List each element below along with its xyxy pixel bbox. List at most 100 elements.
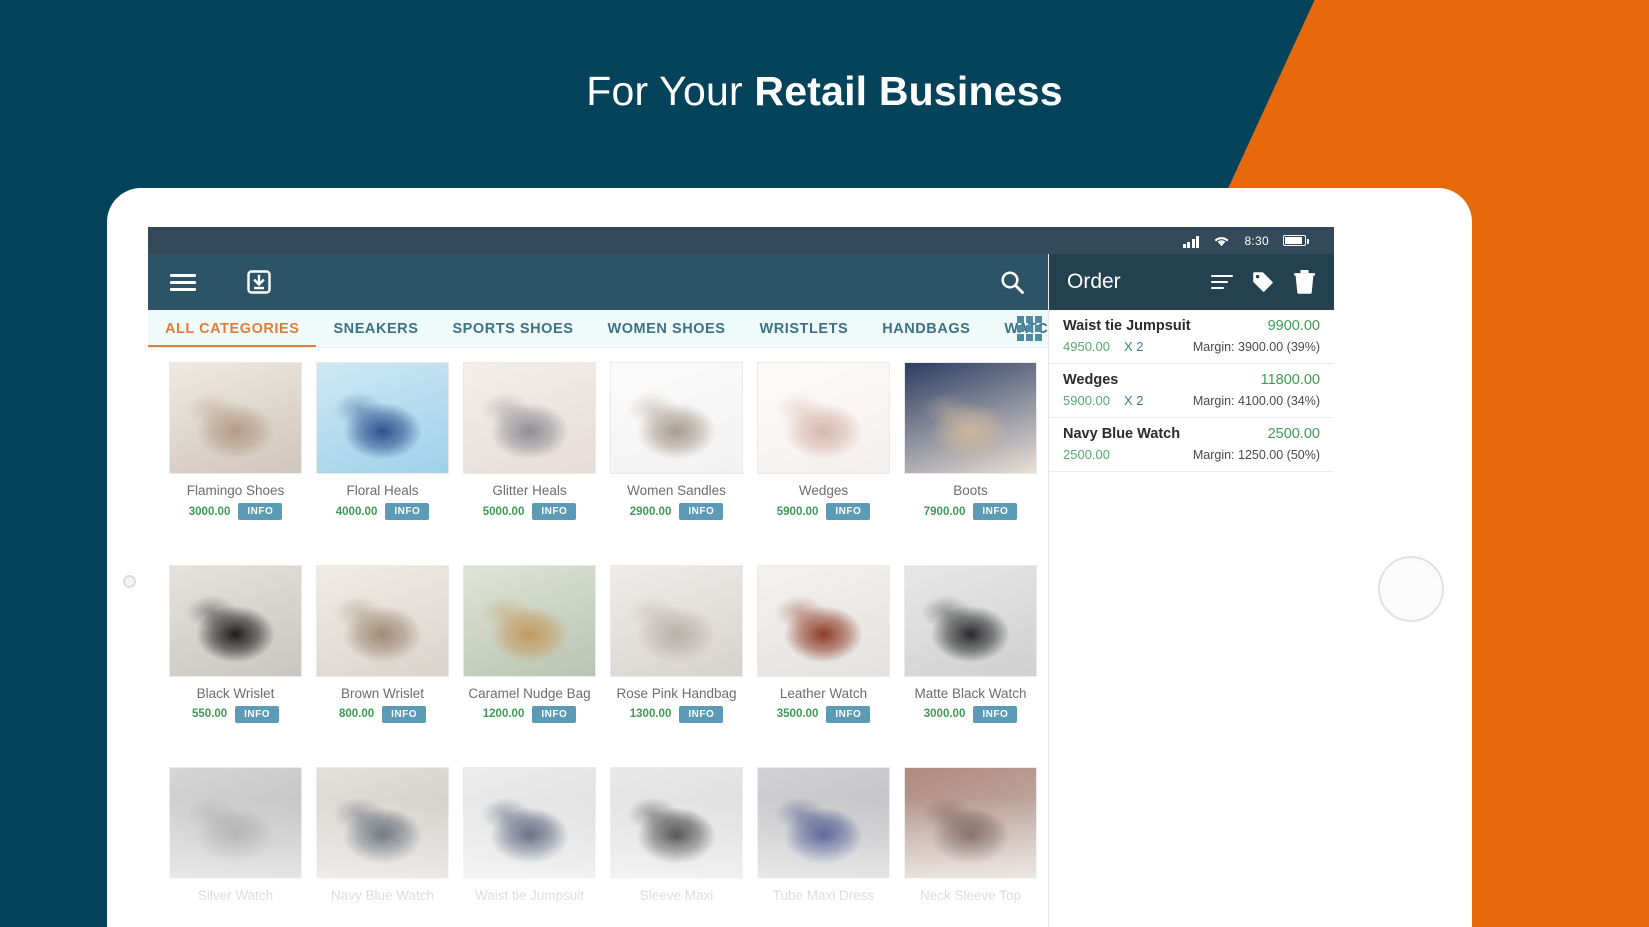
grid-view-icon[interactable] bbox=[1017, 316, 1042, 341]
tab-handbags[interactable]: HANDBAGS bbox=[865, 310, 987, 347]
tab-all-categories[interactable]: ALL CATEGORIES bbox=[148, 310, 317, 347]
list-lines-icon[interactable] bbox=[1211, 271, 1233, 293]
product-price: 5000.00 bbox=[482, 505, 525, 518]
product-thumbnail[interactable] bbox=[757, 362, 890, 474]
product-thumbnail[interactable] bbox=[904, 767, 1037, 880]
order-item-list[interactable]: Waist tie Jumpsuit 9900.00 4950.00 X 2 Margi… bbox=[1049, 310, 1334, 472]
product-card[interactable]: Rose Pink Handbag 1300.00 INFO bbox=[603, 564, 750, 750]
product-card[interactable]: Black Wrislet 550.00 INFO bbox=[162, 564, 309, 750]
product-info-button[interactable]: INFO bbox=[679, 503, 724, 520]
product-price-row: 3000.00 INFO bbox=[897, 705, 1044, 723]
order-item-margin: Margin: 1250.00 (50%) bbox=[1192, 448, 1320, 462]
product-price-row: 3500.00 INFO bbox=[750, 705, 897, 723]
download-box-icon[interactable] bbox=[246, 269, 272, 295]
product-thumbnail[interactable] bbox=[757, 767, 890, 880]
product-card[interactable]: Caramel Nudge Bag 1200.00 INFO bbox=[456, 564, 603, 750]
search-icon[interactable] bbox=[999, 269, 1026, 296]
trash-icon[interactable] bbox=[1293, 270, 1316, 294]
battery-icon bbox=[1283, 235, 1309, 246]
order-item-total: 11800.00 bbox=[1260, 372, 1320, 388]
cellular-signal-icon bbox=[1182, 234, 1200, 248]
product-thumbnail[interactable] bbox=[316, 362, 449, 474]
product-price: 3500.00 bbox=[776, 708, 819, 721]
order-row[interactable]: Navy Blue Watch 2500.00 2500.00 Margin: 125… bbox=[1049, 418, 1334, 472]
home-button[interactable] bbox=[1378, 556, 1444, 622]
product-info-button[interactable]: INFO bbox=[826, 503, 871, 520]
order-header: Order bbox=[1049, 254, 1334, 310]
product-price: 5900.00 bbox=[776, 505, 819, 518]
product-name: Flamingo Shoes bbox=[186, 483, 285, 498]
tablet-screen: 8:30 ALL CATEGORIES SNEAKERS SPORTS SHOE… bbox=[148, 227, 1334, 927]
product-price: 1200.00 bbox=[482, 708, 525, 721]
product-price-row: 5900.00 INFO bbox=[750, 503, 897, 520]
product-card[interactable]: Sleeve Maxi bbox=[603, 767, 750, 927]
product-card[interactable]: Navy Blue Watch bbox=[309, 767, 456, 927]
order-item-unit-price: 5900.00 bbox=[1063, 393, 1110, 408]
order-item-total: 9900.00 bbox=[1267, 318, 1320, 334]
product-card[interactable]: Flamingo Shoes 3000.00 INFO bbox=[162, 362, 309, 547]
product-thumbnail[interactable] bbox=[610, 767, 743, 880]
product-info-button[interactable]: INFO bbox=[973, 503, 1018, 520]
tab-sports-shoes[interactable]: SPORTS SHOES bbox=[435, 310, 590, 347]
product-card[interactable]: Neck Sleeve Top bbox=[897, 767, 1044, 927]
order-item-quantity: X 2 bbox=[1124, 393, 1144, 408]
product-price-row: 2900.00 INFO bbox=[603, 503, 750, 520]
product-thumbnail[interactable] bbox=[169, 362, 302, 474]
order-row[interactable]: Waist tie Jumpsuit 9900.00 4950.00 X 2 Margi… bbox=[1049, 310, 1334, 364]
product-thumbnail[interactable] bbox=[463, 564, 596, 677]
tab-sneakers[interactable]: SNEAKERS bbox=[316, 310, 435, 347]
price-tag-icon[interactable] bbox=[1251, 270, 1275, 294]
product-info-button[interactable]: INFO bbox=[238, 503, 283, 520]
order-item-unit-price: 2500.00 bbox=[1063, 447, 1110, 462]
product-thumbnail[interactable] bbox=[316, 767, 449, 880]
tab-wristlets[interactable]: WRISTLETS bbox=[742, 310, 865, 347]
product-grid[interactable]: Flamingo Shoes 3000.00 INFO Floral Heals 400… bbox=[148, 348, 1048, 927]
product-info-button[interactable]: INFO bbox=[679, 705, 724, 723]
product-thumbnail[interactable] bbox=[904, 362, 1037, 474]
product-thumbnail[interactable] bbox=[610, 564, 743, 677]
order-item-margin: Margin: 3900.00 (39%) bbox=[1192, 340, 1320, 354]
product-name: Waist tie Jumpsuit bbox=[474, 888, 585, 904]
category-tabs[interactable]: ALL CATEGORIES SNEAKERS SPORTS SHOES WOMEN … bbox=[148, 310, 1048, 348]
order-item-name: Wedges bbox=[1063, 372, 1119, 388]
product-card[interactable]: Leather Watch 3500.00 INFO bbox=[750, 564, 897, 750]
product-price: 3000.00 bbox=[923, 708, 966, 721]
product-thumbnail[interactable] bbox=[757, 564, 890, 677]
product-name: Sleeve Maxi bbox=[639, 888, 714, 904]
order-row[interactable]: Wedges 11800.00 5900.00 X 2 Margin: 4100.00 … bbox=[1049, 364, 1334, 418]
product-card[interactable]: Floral Heals 4000.00 INFO bbox=[309, 362, 456, 547]
product-thumbnail[interactable] bbox=[610, 362, 743, 474]
product-info-button[interactable]: INFO bbox=[382, 705, 427, 723]
product-thumbnail[interactable] bbox=[169, 564, 302, 677]
product-info-button[interactable]: INFO bbox=[532, 503, 577, 520]
product-name: Brown Wrislet bbox=[340, 685, 425, 701]
product-thumbnail[interactable] bbox=[463, 362, 596, 474]
product-card[interactable]: Waist tie Jumpsuit bbox=[456, 767, 603, 927]
product-price-row: 7900.00 INFO bbox=[897, 503, 1044, 520]
product-info-button[interactable]: INFO bbox=[385, 503, 430, 520]
product-info-button[interactable]: INFO bbox=[973, 705, 1018, 723]
product-info-button[interactable]: INFO bbox=[826, 705, 871, 723]
product-thumbnail[interactable] bbox=[169, 767, 302, 880]
product-thumbnail[interactable] bbox=[904, 564, 1037, 677]
product-price: 7900.00 bbox=[923, 505, 966, 518]
product-name: Floral Heals bbox=[346, 483, 419, 498]
product-info-button[interactable]: INFO bbox=[235, 705, 280, 723]
product-card[interactable]: Wedges 5900.00 INFO bbox=[750, 362, 897, 547]
product-price-row: 550.00 INFO bbox=[162, 705, 309, 723]
product-thumbnail[interactable] bbox=[463, 767, 596, 880]
product-card[interactable]: Brown Wrislet 800.00 INFO bbox=[309, 564, 456, 750]
product-card[interactable]: Glitter Heals 5000.00 INFO bbox=[456, 362, 603, 547]
hamburger-menu-icon[interactable] bbox=[170, 270, 196, 295]
product-card[interactable]: Silver Watch bbox=[162, 767, 309, 927]
product-card[interactable]: Women Sandles 2900.00 INFO bbox=[603, 362, 750, 547]
app-toolbar bbox=[148, 254, 1048, 310]
product-name: Rose Pink Handbag bbox=[616, 685, 737, 701]
product-card[interactable]: Matte Black Watch 3000.00 INFO bbox=[897, 564, 1044, 750]
product-card[interactable]: Boots 7900.00 INFO bbox=[897, 362, 1044, 547]
product-thumbnail[interactable] bbox=[316, 564, 449, 677]
tab-women-shoes[interactable]: WOMEN SHOES bbox=[590, 310, 742, 347]
product-price-row: 1300.00 INFO bbox=[603, 705, 750, 723]
product-card[interactable]: Tube Maxi Dress bbox=[750, 767, 897, 927]
product-info-button[interactable]: INFO bbox=[532, 705, 577, 723]
